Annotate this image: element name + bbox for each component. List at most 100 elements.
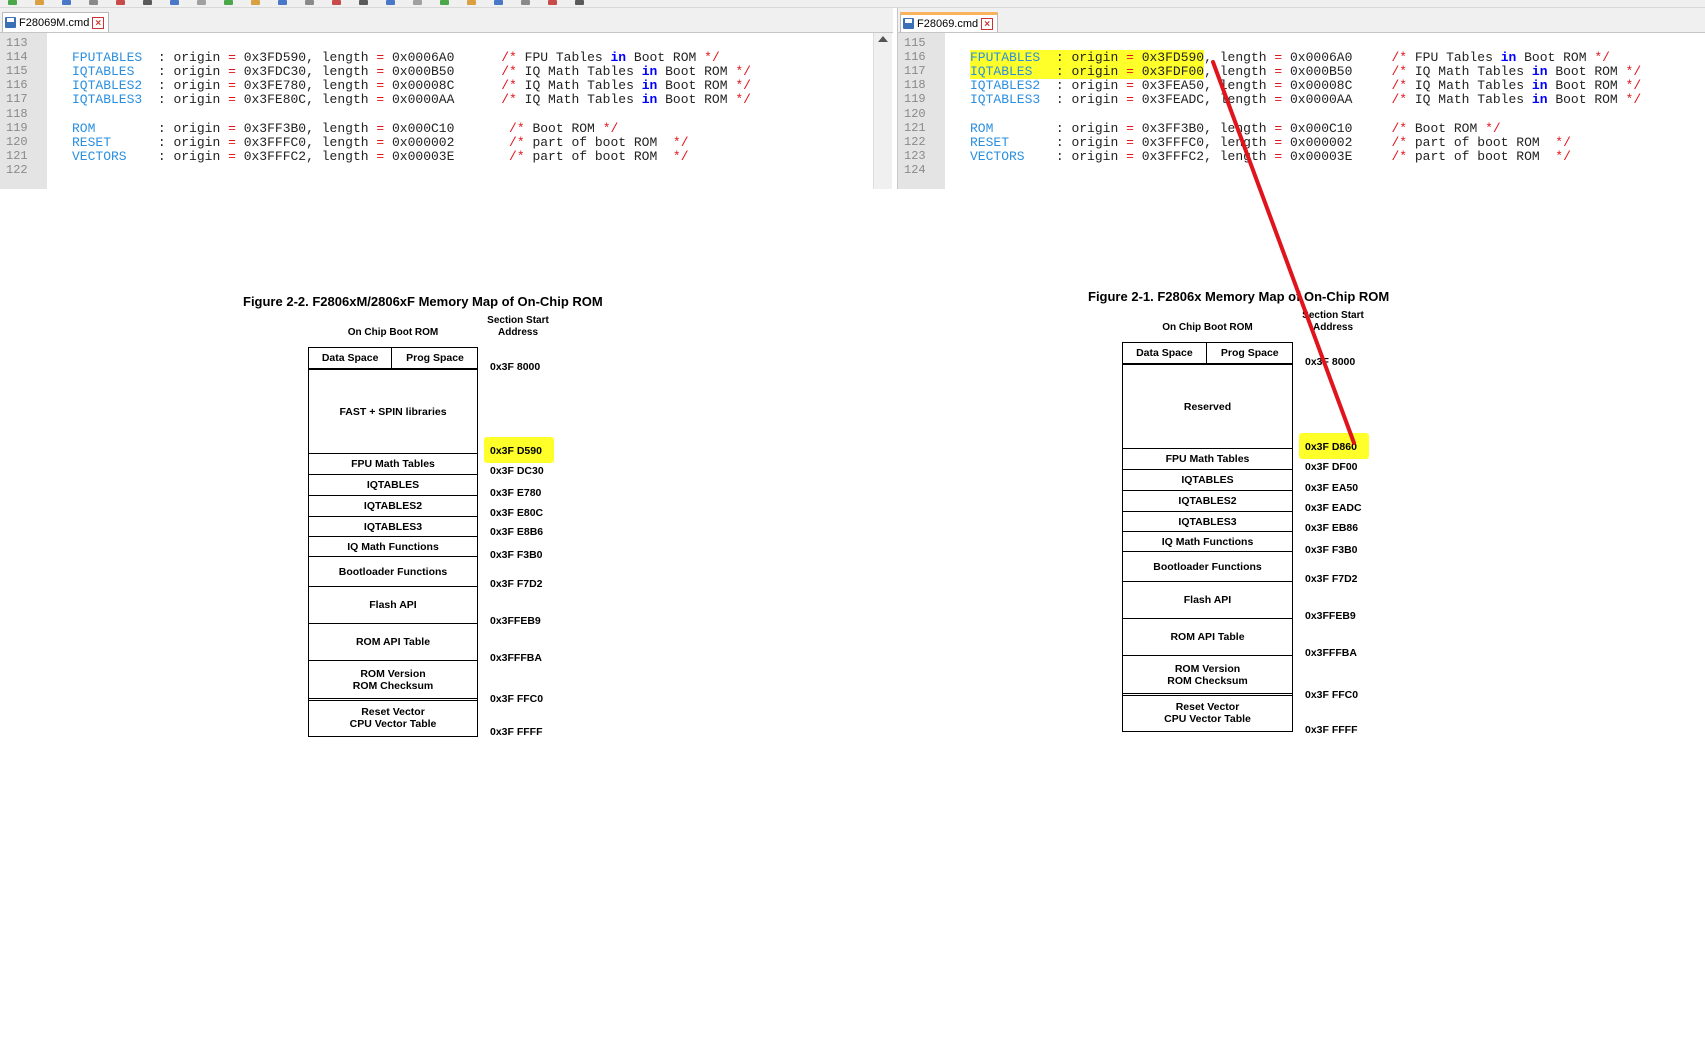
colon-token: : [157,92,166,108]
length-keyword: length [1219,92,1267,108]
equals-token: = [228,50,236,66]
equals-token: = [1274,92,1283,108]
zoom-out-icon[interactable] [386,0,395,5]
memory-block-label: Bootloader Functions [338,565,448,578]
right-editor-pane: F28069.cmd × 115 116 FPUTABLES : origin = … [897,8,1705,189]
memory-block-label: ROM Version ROM Checksum [1167,662,1248,687]
bookmark-icon[interactable] [494,0,503,5]
equals-token: = [1274,148,1283,164]
code-highlight: ROM : origin = 0x3FF3B0 [72,121,306,136]
run-icon[interactable] [575,0,584,5]
comma-token: , [306,50,314,66]
length-value: 0x000C10 [1290,120,1353,136]
comment-open: /* [501,92,517,108]
memory-block: ROM API Table [309,623,477,660]
memory-block-label: IQTABLES [366,479,420,491]
comment-text: part of boot ROM [1414,148,1548,164]
indent-icon[interactable] [467,0,476,5]
close-icon[interactable] [116,0,125,5]
comment-close: */ [1555,148,1571,164]
section-name: IQTABLES3 [970,92,1041,108]
comment-text: IQ Math Tables [1414,78,1525,94]
section-name: VECTORS [72,148,127,164]
new-file-icon[interactable] [8,0,17,5]
memory-block-label: Flash API [369,599,417,611]
comment-close: */ [1625,78,1642,94]
save-all-icon[interactable] [89,0,98,5]
comment-close: */ [1594,50,1610,66]
column-header-line: Section Start [487,315,549,326]
figure-title: Figure 2-2. F2806xM/2806xF Memory Map of… [243,294,603,309]
comment-open: /* [1391,50,1408,66]
length-keyword: length [321,134,369,150]
origin-keyword: origin [1071,134,1119,150]
keyword-in: in [641,64,658,80]
code-highlight: IQTABLES3 : origin = 0x3FEADC [970,92,1204,107]
open-icon[interactable] [35,0,44,5]
memory-block: FPU Math Tables [309,453,477,474]
comment-close: */ [735,78,751,94]
comment-open: /* [1391,92,1408,108]
zoom-in-icon[interactable] [359,0,368,5]
memory-block-label: ROM API Table [1170,631,1245,643]
macro-record-icon[interactable] [521,0,530,5]
code-highlight: RESET : origin = 0x3FFFC0 [970,135,1204,150]
undo-icon[interactable] [251,0,260,5]
sync-icon[interactable] [413,0,422,5]
copy-icon[interactable] [197,0,206,5]
paste-icon[interactable] [224,0,233,5]
comma-token: , [306,148,314,164]
close-icon[interactable]: × [92,16,105,29]
save-icon [903,18,914,29]
code-highlight: VECTORS : origin = 0x3FFFC2 [72,149,306,164]
macro-play-icon[interactable] [548,0,557,5]
comment-close: */ [602,120,619,136]
right-code-area[interactable]: 115 116 FPUTABLES : origin = 0x3FD590, len… [898,33,1705,189]
redo-icon[interactable] [278,0,287,5]
origin-keyword: origin [1071,92,1119,108]
tab-f28069-cmd[interactable]: F28069.cmd × [900,12,999,32]
code-highlight: ROM : origin = 0x3FF3B0 [970,121,1204,136]
left-code-area[interactable]: 113 114 FPUTABLES : origin = 0x3FD590, len… [0,33,893,189]
comment-tail: Boot ROM [665,64,728,80]
comment-tail: Boot ROM [1524,50,1587,66]
save-icon[interactable] [62,0,71,5]
origin-keyword: origin [1071,50,1119,66]
vertical-scrollbar[interactable] [873,33,892,189]
comment-text: Boot ROM [1414,120,1478,136]
close-icon[interactable]: × [981,17,994,30]
comment-close: */ [1485,120,1501,136]
comment-open: /* [1391,120,1408,136]
comma-token: , [1204,78,1212,94]
memory-block: ROM Version ROM Checksum [309,660,477,698]
keyword-in: in [641,78,658,94]
section-name: RESET [970,134,1010,150]
memory-block: Bootloader Functions [309,556,477,586]
colon-token: : [157,50,166,66]
comment-close: */ [735,92,751,108]
memory-block-label: IQ Math Functions [347,540,439,553]
memory-block: IQTABLES3 [1123,511,1292,531]
equals-token: = [1274,134,1283,150]
tab-f28069m-cmd[interactable]: F28069M.cmd × [2,12,110,32]
comment-text: FPU Tables [1414,50,1493,66]
memory-block: Reset Vector CPU Vector Table [309,698,477,735]
keyword-in: in [1531,78,1548,94]
find-icon[interactable] [305,0,314,5]
comma-token: , [306,92,314,108]
equals-token: = [1126,78,1134,94]
cut-icon[interactable] [170,0,179,5]
scroll-up-icon[interactable] [878,36,888,42]
replace-icon[interactable] [332,0,341,5]
memory-block-label: IQTABLES2 [363,500,423,512]
keyword-in: in [1531,92,1548,108]
section-name: IQTABLES2 [970,78,1041,94]
print-icon[interactable] [143,0,152,5]
comment-tail: Boot ROM [633,50,697,66]
memory-block: IQ Math Functions [309,536,477,556]
comment-text: part of boot ROM [532,148,666,164]
memory-block: Reset Vector CPU Vector Table [1123,693,1292,730]
wrap-icon[interactable] [440,0,449,5]
code-highlight: IQTABLES2 : origin = 0x3FEA50 [970,78,1204,93]
comment-close: */ [1555,134,1571,150]
